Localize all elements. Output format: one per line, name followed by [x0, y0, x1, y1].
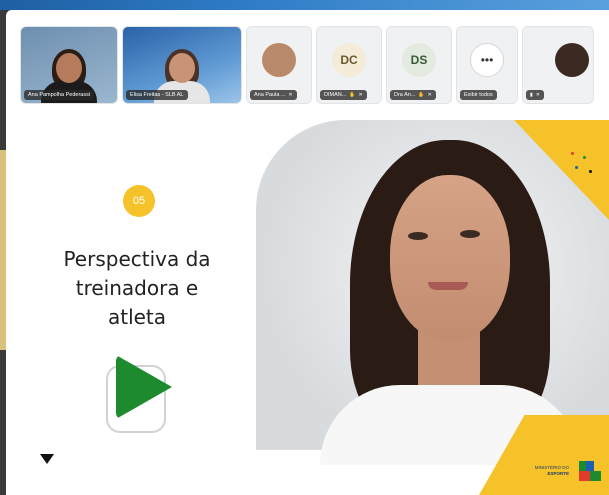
- mic-muted-icon: ✕: [288, 92, 293, 98]
- hand-raised-icon: ✋: [349, 92, 356, 98]
- participant-name-tag: DIMAN... ✋ ✕: [320, 90, 367, 100]
- portrait-eye: [460, 230, 480, 238]
- portrait-mouth: [428, 282, 468, 290]
- participant-strip: Ana Pampolha Pederassi Elisa Freitas - S…: [20, 26, 594, 104]
- section-number-badge: 05: [123, 185, 155, 217]
- avatar-initials: DC: [332, 43, 366, 77]
- avatar-initials: DS: [402, 43, 436, 77]
- slide-title-line: treinadora e: [75, 276, 199, 300]
- portrait-face: [390, 175, 510, 340]
- brazil-flag-logo-icon: [579, 461, 601, 481]
- hand-raised-icon: ✋: [418, 92, 425, 98]
- participant-name: Ana Pampolha Pederassi: [28, 92, 91, 98]
- participant-name: Elisa Freitas - SLB AL: [130, 92, 184, 98]
- decorative-dots: [569, 148, 599, 188]
- cursor-marker-icon: [40, 454, 54, 464]
- slide-title-line: Perspectiva da: [63, 247, 211, 271]
- participant-tile[interactable]: ▮ ✕: [522, 26, 594, 104]
- signal-icon: ▮: [530, 92, 533, 98]
- participant-name-tag: Ana Pampolha Pederassi: [24, 90, 95, 100]
- participant-name: DIMAN...: [324, 92, 347, 98]
- participant-tile[interactable]: Ana Pampolha Pederassi: [20, 26, 118, 104]
- slide-title-line: atleta: [107, 305, 167, 329]
- mic-muted-icon: ✕: [358, 92, 363, 98]
- avatar: [555, 43, 589, 77]
- ministry-logo-text: MINISTÉRIO DO ESPORTE: [535, 465, 569, 477]
- more-dots-icon[interactable]: •••: [470, 43, 504, 77]
- avatar: [262, 43, 296, 77]
- participant-name-tag: Ana Paula ... ✕: [250, 90, 297, 100]
- participant-tile[interactable]: DC DIMAN... ✋ ✕: [316, 26, 382, 104]
- show-all-label: Exibir todos: [460, 90, 497, 100]
- slide-title: Perspectiva da treinadora e atleta: [42, 245, 232, 332]
- shared-slide: 05 Perspectiva da treinadora e atleta MI…: [20, 120, 609, 495]
- mic-muted-icon: ✕: [427, 92, 432, 98]
- show-all-tile[interactable]: ••• Exibir todos: [456, 26, 518, 104]
- window-top-strip: [0, 0, 609, 10]
- portrait-eye: [408, 232, 428, 240]
- participant-name-tag: Elisa Freitas - SLB AL: [126, 90, 188, 100]
- participant-tile[interactable]: DS Dra An... ✋ ✕: [386, 26, 452, 104]
- participant-name-tag: Dra An... ✋ ✕: [390, 90, 436, 100]
- participant-name: Ana Paula ...: [254, 92, 286, 98]
- show-all-text: Exibir todos: [464, 92, 493, 98]
- mic-muted-icon: ✕: [535, 92, 540, 98]
- play-icon: [106, 355, 186, 435]
- meeting-window: Ana Pampolha Pederassi Elisa Freitas - S…: [6, 10, 609, 495]
- participant-name-tag: ▮ ✕: [526, 90, 544, 100]
- participant-name: Dra An...: [394, 92, 416, 98]
- participant-tile[interactable]: Ana Paula ... ✕: [246, 26, 312, 104]
- participant-tile[interactable]: Elisa Freitas - SLB AL: [122, 26, 242, 104]
- ministry-line: ESPORTE: [547, 471, 569, 476]
